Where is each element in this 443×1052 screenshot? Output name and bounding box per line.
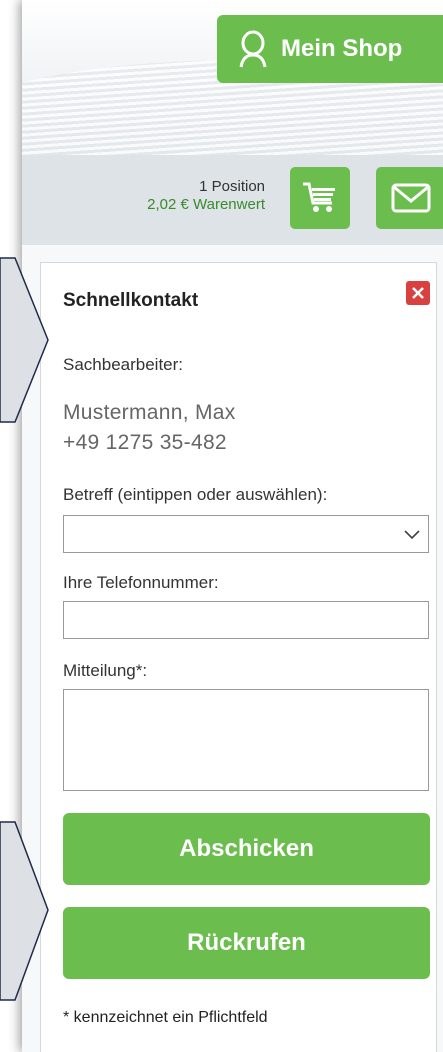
callout-arrows xyxy=(0,257,49,1001)
callout-arrow-bottom xyxy=(0,821,49,1001)
callout-arrow-top xyxy=(0,257,49,423)
